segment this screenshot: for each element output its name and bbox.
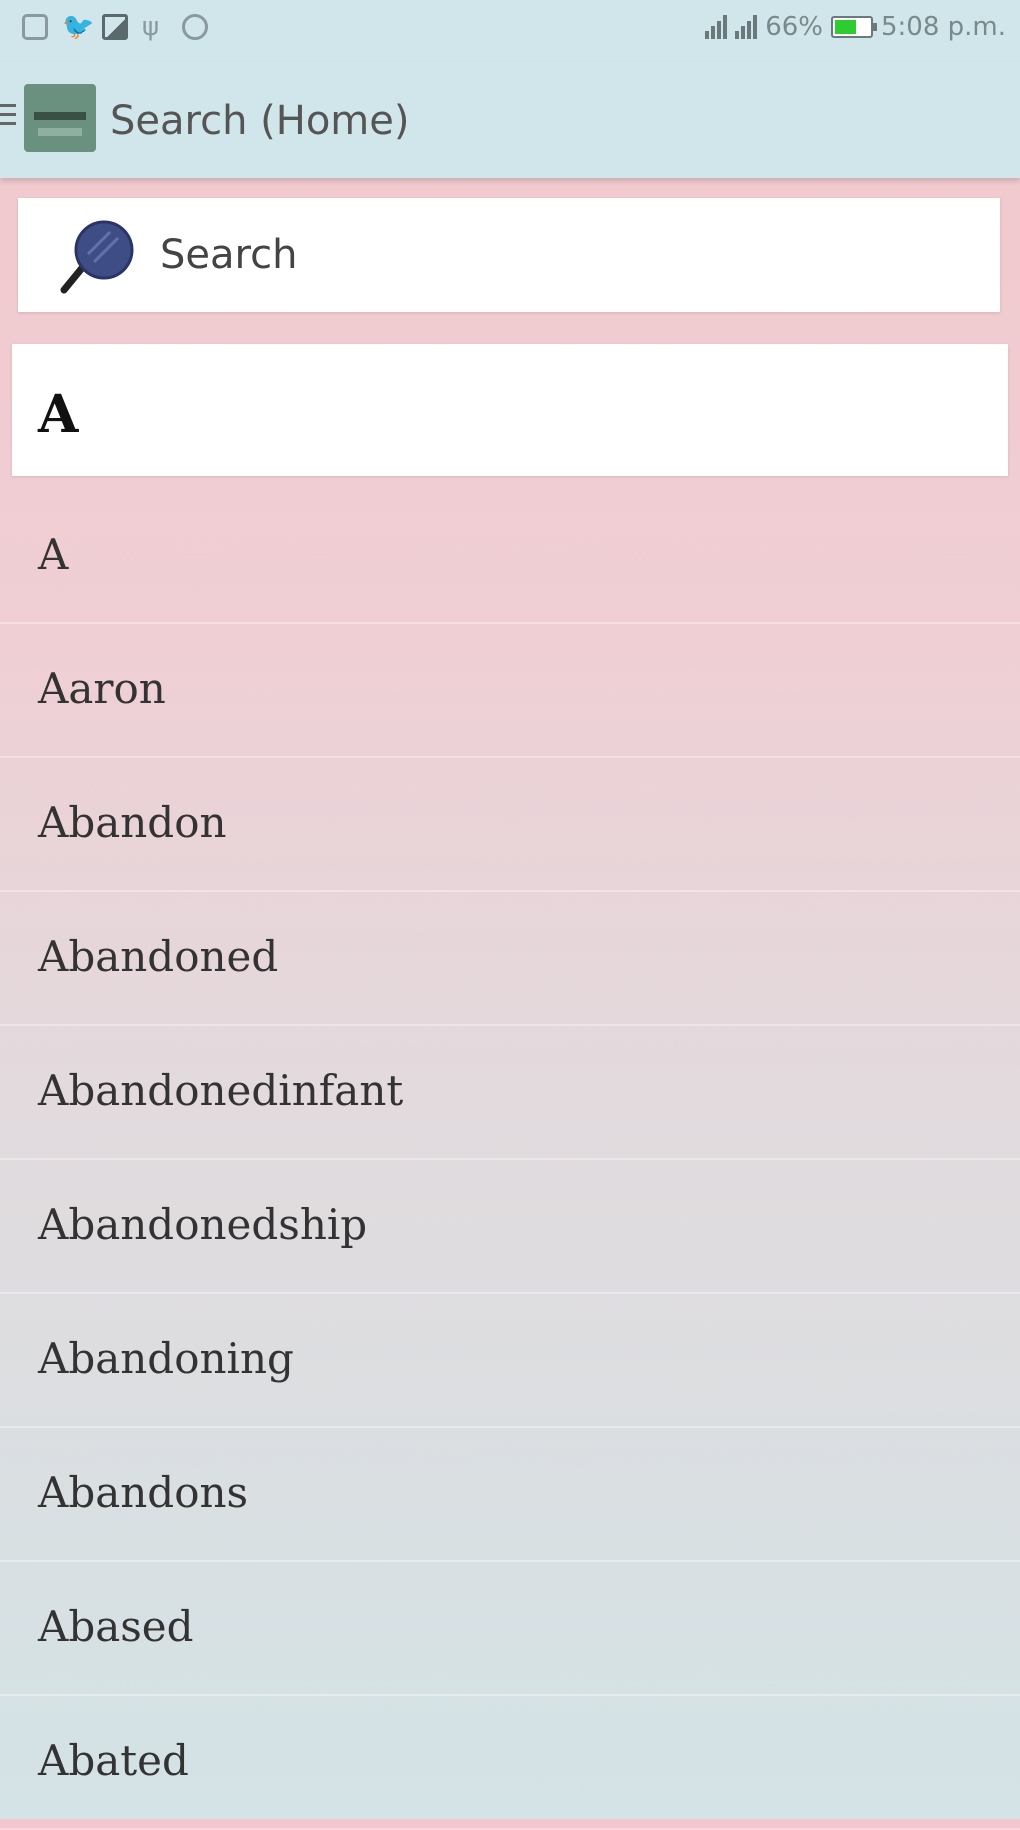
word-label: Abandonedinfant [38, 1066, 404, 1115]
search-bar[interactable]: Search [18, 198, 1000, 312]
app-bar: Search (Home) [0, 62, 1020, 178]
battery-fill [834, 20, 857, 34]
list-item[interactable]: Abandoning [0, 1294, 1020, 1428]
word-label: Abandoned [38, 932, 279, 981]
word-label: Abandonedship [38, 1200, 368, 1249]
signal-icon [705, 15, 728, 39]
word-label: Abandon [38, 798, 227, 847]
status-indicators: 66% 5:08 p.m. [705, 12, 1006, 42]
word-label: Aaron [38, 664, 166, 713]
gallery-icon [102, 14, 128, 40]
list-item[interactable]: Abased [0, 1562, 1020, 1696]
list-item[interactable]: Aaron [0, 624, 1020, 758]
list-item[interactable]: Abandons [0, 1428, 1020, 1562]
twitter-icon: 🐦 [62, 12, 95, 42]
search-label: Search [160, 232, 298, 278]
battery-icon [830, 16, 877, 38]
word-list: A Aaron Abandon Abandoned Abandonedinfant Aba… [0, 490, 1020, 1830]
status-time: 5:08 p.m. [880, 12, 1006, 42]
section-header: A [12, 344, 1008, 476]
word-label: Abandoning [38, 1334, 294, 1383]
word-label: Abased [38, 1602, 194, 1651]
list-item[interactable]: Abandonedinfant [0, 1026, 1020, 1160]
word-label: Abated [38, 1736, 189, 1785]
list-item[interactable]: Abandon [0, 758, 1020, 892]
list-item[interactable]: A [0, 490, 1020, 624]
usb-icon: ψ [142, 12, 160, 42]
app-title: Search (Home) [110, 98, 410, 144]
list-item[interactable]: Abated [0, 1696, 1020, 1830]
magnifier-icon [60, 220, 134, 294]
battery-percent: 66% [765, 12, 823, 42]
word-label: Abandons [38, 1468, 249, 1517]
app-notification-icon [22, 14, 48, 40]
sync-icon [182, 14, 208, 40]
notification-icons: 🐦 ψ [22, 14, 208, 40]
status-bar: 🐦 ψ 66% 5:08 p.m. [0, 0, 1020, 62]
list-item[interactable]: Abandonedship [0, 1160, 1020, 1294]
list-item[interactable]: Abandoned [0, 892, 1020, 1026]
section-letter: A [38, 384, 79, 445]
menu-icon[interactable] [0, 104, 16, 131]
app-logo[interactable] [24, 84, 96, 152]
signal-icon [735, 15, 758, 39]
word-label: A [38, 530, 69, 579]
